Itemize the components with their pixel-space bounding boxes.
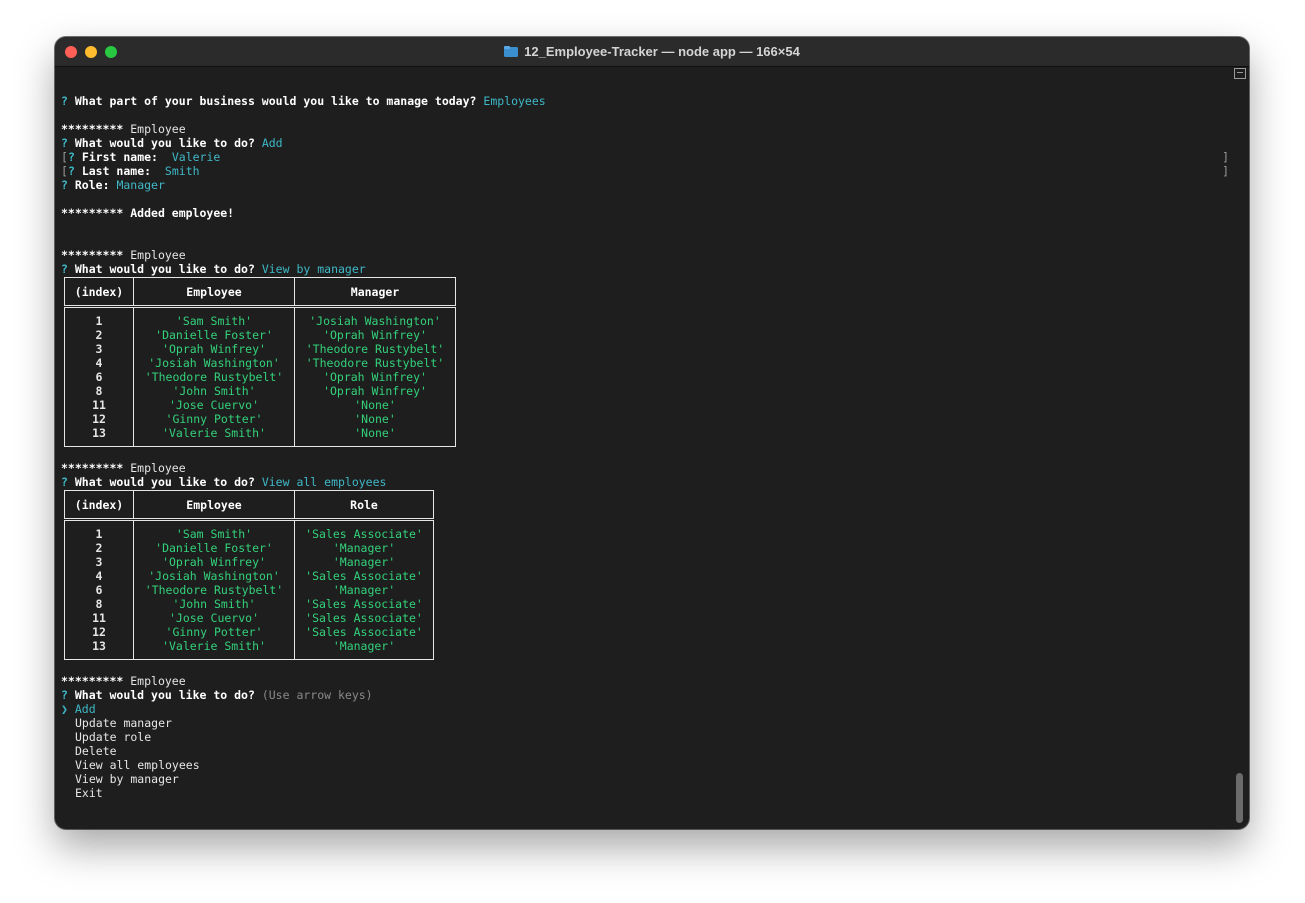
table-row: 13 'Valerie Smith' 'None'	[64, 426, 456, 440]
menu-item-update-manager[interactable]: Update manager	[61, 716, 1229, 730]
col-index-header: (index)	[64, 277, 134, 308]
prompt-business: ? What part of your business would you l…	[61, 94, 546, 108]
table-row: 2 'Danielle Foster' 'Oprah Winfrey'	[64, 328, 456, 342]
pointer-icon: ❯	[61, 702, 68, 716]
window-title-text: 12_Employee-Tracker — node app — 166×54	[524, 44, 800, 59]
col-employee-header: Employee	[133, 277, 295, 308]
menu-item-exit[interactable]: Exit	[61, 786, 1229, 800]
table-row: 8 'John Smith' 'Oprah Winfrey'	[64, 384, 456, 398]
scrollbar[interactable]	[1233, 66, 1247, 829]
menu-item-view-all[interactable]: View all employees	[61, 758, 1229, 772]
col-role-header: Role	[294, 490, 434, 521]
terminal-output[interactable]: ? What part of your business would you l…	[61, 94, 1229, 800]
prompt-action: ? What would you like to do? (Use arrow …	[61, 688, 373, 702]
table-row: 11 'Jose Cuervo' 'Sales Associate'	[64, 611, 434, 625]
table-row: 3 'Oprah Winfrey' 'Manager'	[64, 555, 434, 569]
col-manager-header: Manager	[294, 277, 456, 308]
table-row: 11 'Jose Cuervo' 'None'	[64, 398, 456, 412]
menu-item-update-role[interactable]: Update role	[61, 730, 1229, 744]
menu-item-delete[interactable]: Delete	[61, 744, 1229, 758]
role-table: (index) Employee Role 1 'Sam Smith' 'Sales…	[64, 490, 434, 660]
col-employee-header: Employee	[133, 490, 295, 521]
scroll-thumb[interactable]	[1236, 773, 1243, 823]
col-index-header: (index)	[64, 490, 134, 521]
table-row: 3 'Oprah Winfrey' 'Theodore Rustybelt'	[64, 342, 456, 356]
minimize-button[interactable]	[85, 46, 97, 58]
prompt-action: ? What would you like to do? Add	[61, 136, 283, 150]
title-bar: 12_Employee-Tracker — node app — 166×54	[55, 37, 1249, 67]
terminal-window: 12_Employee-Tracker — node app — 166×54 …	[55, 37, 1249, 829]
table-row: 13 'Valerie Smith' 'Manager'	[64, 639, 434, 653]
menu-item-add[interactable]: ❯ Add	[61, 702, 1229, 716]
manager-table: (index) Employee Manager 1 'Sam Smith' 'Jo…	[64, 277, 456, 447]
close-button[interactable]	[65, 46, 77, 58]
section-header: ********* Employee	[61, 674, 186, 688]
table-row: 4 'Josiah Washington' 'Theodore Rustybelt'	[64, 356, 456, 370]
table-row: 6 'Theodore Rustybelt' 'Oprah Winfrey'	[64, 370, 456, 384]
table-row: 12 'Ginny Potter' 'Sales Associate'	[64, 625, 434, 639]
marks-icon[interactable]	[1234, 68, 1246, 79]
table-row: 1 'Sam Smith' 'Sales Associate'	[64, 527, 434, 541]
menu-item-view-by-manager[interactable]: View by manager	[61, 772, 1229, 786]
section-header: ********* Employee	[61, 122, 186, 136]
folder-icon	[504, 46, 519, 57]
traffic-lights	[65, 46, 117, 58]
prompt-last-name: [? Last name: Smith]	[61, 164, 1229, 178]
table-row: 2 'Danielle Foster' 'Manager'	[64, 541, 434, 555]
prompt-first-name: [? First name: Valerie]	[61, 150, 1229, 164]
table-row: 4 'Josiah Washington' 'Sales Associate'	[64, 569, 434, 583]
table-row: 8 'John Smith' 'Sales Associate'	[64, 597, 434, 611]
prompt-action: ? What would you like to do? View by man…	[61, 262, 366, 276]
prompt-action: ? What would you like to do? View all em…	[61, 475, 387, 489]
section-header: ********* Employee	[61, 248, 186, 262]
zoom-button[interactable]	[105, 46, 117, 58]
table-row: 12 'Ginny Potter' 'None'	[64, 412, 456, 426]
table-row: 1 'Sam Smith' 'Josiah Washington'	[64, 314, 456, 328]
added-message: ********* Added employee!	[61, 206, 235, 220]
section-header: ********* Employee	[61, 461, 186, 475]
window-title: 12_Employee-Tracker — node app — 166×54	[504, 44, 800, 59]
table-row: 6 'Theodore Rustybelt' 'Manager'	[64, 583, 434, 597]
prompt-role: ? Role: Manager	[61, 178, 165, 192]
